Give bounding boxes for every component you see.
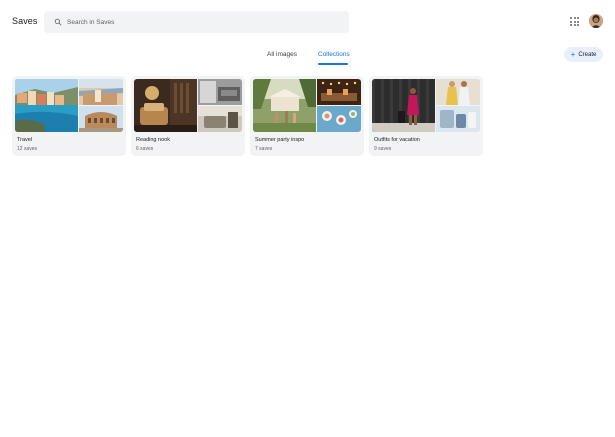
collection-count: 6 saves [136,146,154,152]
collection-cover-image [134,79,197,132]
collection-card-summer-party-inspo[interactable]: Summer party inspo 7 saves [250,76,364,156]
collection-collage [134,79,242,132]
collection-image [317,106,361,132]
collection-cover-image [372,79,435,132]
collection-card-outfits-for-vacation[interactable]: Outfits for vacation 9 saves [369,76,483,156]
app-title: Saves [12,16,38,26]
apps-grid-icon[interactable] [570,17,579,26]
collection-count: 12 saves [17,146,38,152]
search-bar[interactable] [44,11,349,33]
collection-collage [15,79,123,132]
create-button-label: Create [578,51,597,58]
collection-title: Travel [17,137,33,143]
collection-image [79,79,123,105]
collection-image [436,79,480,105]
collection-cover-image [15,79,78,132]
collection-count: 9 saves [374,146,392,152]
collection-title: Reading nook [136,137,170,143]
collection-card-reading-nook[interactable]: Reading nook 6 saves [131,76,245,156]
collection-title: Outfits for vacation [374,137,420,143]
tab-collections[interactable]: Collections [318,51,350,58]
collection-card-travel[interactable]: Travel 12 saves [12,76,126,156]
create-button[interactable]: + Create [564,47,603,62]
collection-image [198,79,242,105]
collection-image [317,79,361,105]
search-icon [54,18,62,26]
collection-image [198,106,242,132]
plus-icon: + [570,49,576,59]
active-tab-indicator [318,63,348,65]
collection-cover-image [253,79,316,132]
tab-bar: All images Collections [0,48,615,68]
collection-title: Summer party inspo [255,137,305,143]
collection-collage [253,79,361,132]
collection-image [436,106,480,132]
tab-all-images[interactable]: All images [267,51,297,58]
avatar[interactable] [589,14,603,28]
search-input[interactable] [67,18,327,26]
collection-collage [372,79,480,132]
collection-count: 7 saves [255,146,273,152]
top-bar: Saves [0,0,615,44]
collection-image [79,106,123,132]
